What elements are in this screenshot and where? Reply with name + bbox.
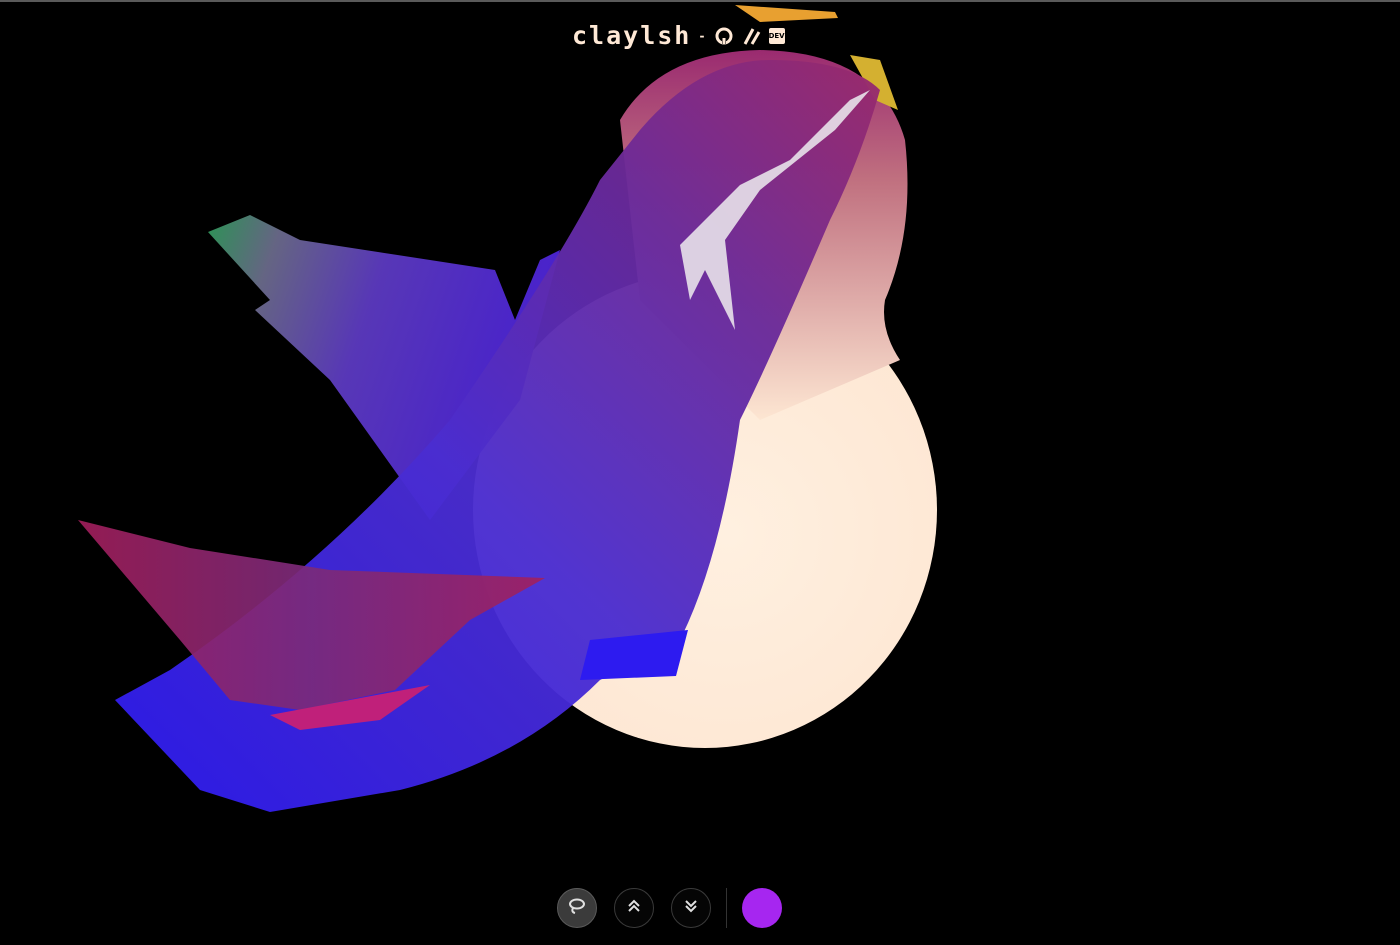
toolbar-divider	[726, 888, 727, 928]
app-header: claylsh - DEV	[572, 22, 785, 50]
move-down-button[interactable]	[671, 888, 711, 928]
lasso-icon	[567, 897, 587, 919]
lasso-tool-button[interactable]	[557, 888, 597, 928]
color-picker-swatch[interactable]	[742, 888, 782, 928]
header-separator: -	[698, 29, 706, 43]
github-icon[interactable]	[713, 25, 735, 47]
chevrons-down-icon	[683, 898, 699, 918]
move-up-button[interactable]	[614, 888, 654, 928]
app-logo-title: claylsh	[572, 21, 692, 50]
sculpt-canvas[interactable]	[0, 0, 1400, 945]
slash-edit-icon[interactable]	[741, 25, 763, 47]
dev-badge-icon[interactable]: DEV	[768, 28, 785, 44]
bottom-toolbar	[557, 886, 782, 930]
chevrons-up-icon	[626, 898, 642, 918]
